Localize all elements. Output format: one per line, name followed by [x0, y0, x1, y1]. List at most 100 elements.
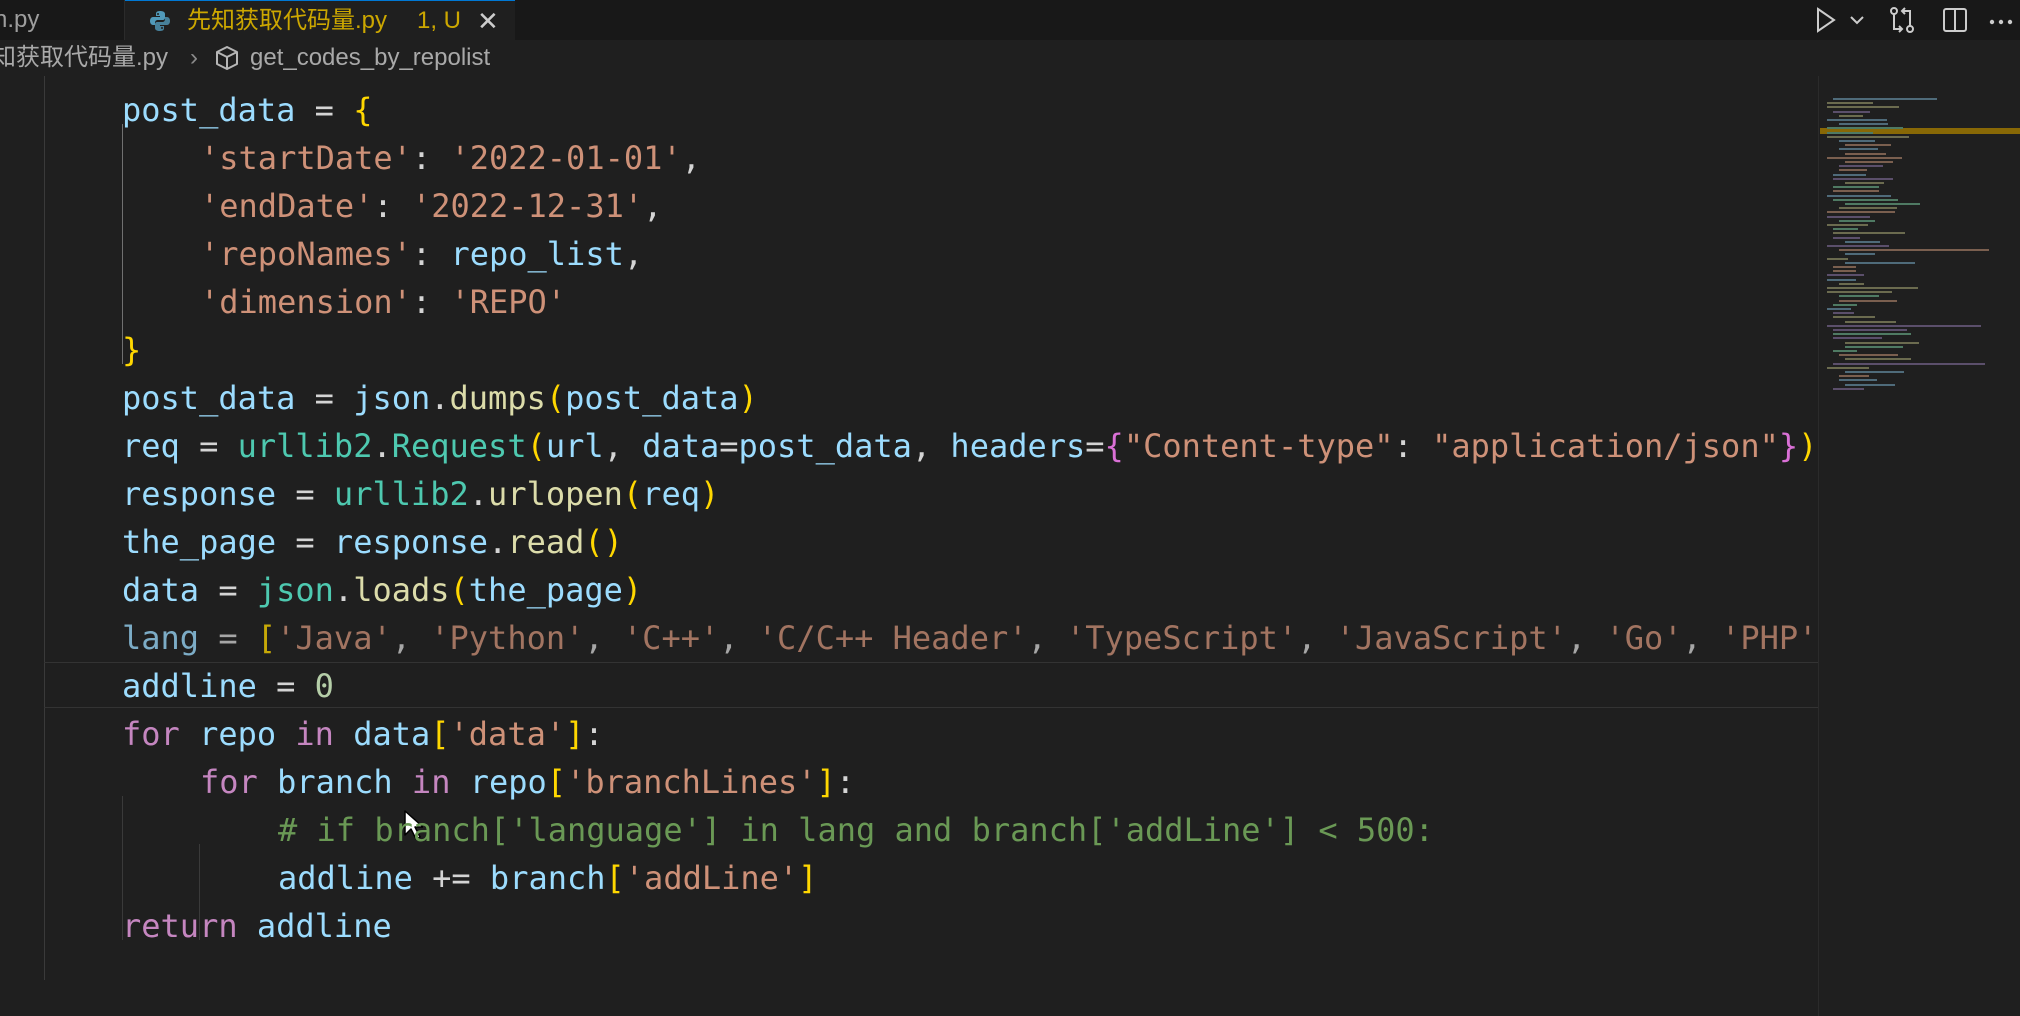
code-line[interactable]: req = urllib2.Request(url, data=post_dat… [0, 422, 1818, 470]
minimap-line [1827, 106, 1899, 109]
code-token: : [1393, 427, 1433, 465]
code-line[interactable]: addline += branch['addLine'] [0, 854, 1818, 902]
minimap-line [1833, 266, 1856, 268]
code-token: repo [469, 763, 547, 801]
code-text: addline += branch['addLine'] [278, 854, 817, 902]
minimap-line [1827, 308, 1851, 310]
code-token: addline [278, 859, 413, 897]
minimap-line [1827, 287, 1918, 289]
breadcrumb-file[interactable]: 知获取代码量.py [0, 40, 168, 76]
code-line[interactable]: } [0, 326, 1818, 374]
code-token: 'Go' [1605, 619, 1683, 657]
code-token: return [122, 907, 238, 945]
code-token: 'Java' [276, 619, 392, 657]
code-line[interactable]: 'repoNames': repo_list, [0, 230, 1818, 278]
breadcrumb-symbol[interactable]: get_codes_by_repolist [250, 40, 490, 76]
minimap-line [1845, 253, 1875, 256]
close-icon[interactable]: ✕ [477, 1, 499, 41]
ellipsis-icon[interactable] [1986, 4, 2016, 36]
code-line[interactable]: lang = ['Java', 'Python', 'C++', 'C/C++ … [0, 614, 1818, 662]
code-text: return addline [122, 902, 392, 950]
code-token: req [122, 427, 180, 465]
code-token: = [719, 427, 739, 465]
code-token: 'Python' [430, 619, 585, 657]
code-token: . [468, 475, 489, 513]
minimap-line [1839, 295, 1879, 298]
code-token: post_data [565, 379, 739, 417]
code-token: for [122, 715, 180, 753]
code-token: 'addLine' [624, 859, 799, 897]
minimap-line [1833, 236, 1860, 239]
code-token: = [199, 571, 257, 609]
split-editor-icon[interactable] [1940, 4, 1970, 36]
minimap-line [1833, 387, 1864, 390]
code-token: , [1682, 619, 1722, 657]
chevron-down-icon[interactable] [1846, 4, 1868, 36]
code-token: ) [738, 379, 758, 417]
minimap-line [1827, 211, 1895, 214]
code-editor[interactable]: post_data = {'startDate': '2022-01-01', '… [0, 76, 1818, 1016]
code-line-current[interactable]: addline = 0 [0, 662, 1818, 710]
minimap-line [1833, 312, 1854, 315]
code-line[interactable]: 'dimension': 'REPO' [0, 278, 1818, 326]
tab-previous-file[interactable]: n.py [0, 0, 125, 40]
minimap-line [1839, 123, 1888, 126]
minimap-line [1845, 240, 1880, 243]
code-token: : [411, 235, 451, 273]
git-compare-icon[interactable] [1886, 4, 1918, 36]
code-token: loads [353, 571, 450, 609]
play-icon[interactable] [1812, 4, 1840, 36]
code-token: . [488, 523, 508, 561]
code-line[interactable]: post_data = { [0, 86, 1818, 134]
code-text: response = urllib2.urlopen(req) [122, 470, 719, 518]
code-token: , [1027, 619, 1067, 657]
code-token: dumps [449, 379, 546, 417]
minimap-line [1827, 278, 1856, 281]
breadcrumb: 知获取代码量.py › get_codes_by_repolist [0, 40, 2020, 76]
minimap-line [1827, 366, 1869, 369]
code-token: ( [449, 571, 469, 609]
code-token: = [295, 379, 354, 417]
code-token: data [353, 715, 431, 753]
code-token: } [1778, 427, 1799, 465]
code-token: = [1085, 427, 1105, 465]
code-line[interactable]: return addline [0, 902, 1818, 950]
code-line[interactable]: # if branch['language'] in lang and bran… [0, 806, 1818, 854]
code-token: , [623, 235, 644, 273]
code-token: , [681, 139, 701, 177]
minimap-line [1827, 291, 1892, 294]
code-token: ) [622, 571, 643, 609]
code-line[interactable]: 'startDate': '2022-01-01', [0, 134, 1818, 182]
code-token: 'data' [449, 715, 566, 753]
code-token: : [411, 139, 451, 177]
code-line[interactable]: for repo in data['data']: [0, 710, 1818, 758]
tab-active-file[interactable]: 先知获取代码量.py 1, U ✕ [125, 0, 515, 42]
code-token: { [1104, 427, 1124, 465]
code-token: 'JavaScript' [1335, 619, 1567, 657]
code-line[interactable]: post_data = json.dumps(post_data) [0, 374, 1818, 422]
code-token: [ [256, 619, 277, 657]
code-line[interactable]: data = json.loads(the_page) [0, 566, 1818, 614]
minimap-line [1845, 261, 1915, 264]
code-token: repo_list [450, 235, 624, 273]
code-token: = [276, 475, 334, 513]
minimap[interactable] [1818, 76, 2020, 1016]
code-text: post_data = json.dumps(post_data) [122, 374, 758, 422]
code-text: post_data = { [122, 86, 372, 134]
code-text: lang = ['Java', 'Python', 'C++', 'C/C++ … [122, 614, 1818, 662]
code-token: ] [816, 763, 836, 801]
code-text: data = json.loads(the_page) [122, 566, 642, 614]
code-line[interactable]: the_page = response.read() [0, 518, 1818, 566]
minimap-line [1845, 371, 1904, 373]
minimap-line [1833, 333, 1911, 336]
code-token: , [1297, 619, 1336, 657]
code-line[interactable]: 'endDate': '2022-12-31', [0, 182, 1818, 230]
code-token: 'C++' [622, 619, 720, 657]
code-line[interactable]: response = urllib2.urlopen(req) [0, 470, 1818, 518]
code-token: ( [526, 427, 546, 465]
code-line[interactable]: for branch in repo['branchLines']: [0, 758, 1818, 806]
